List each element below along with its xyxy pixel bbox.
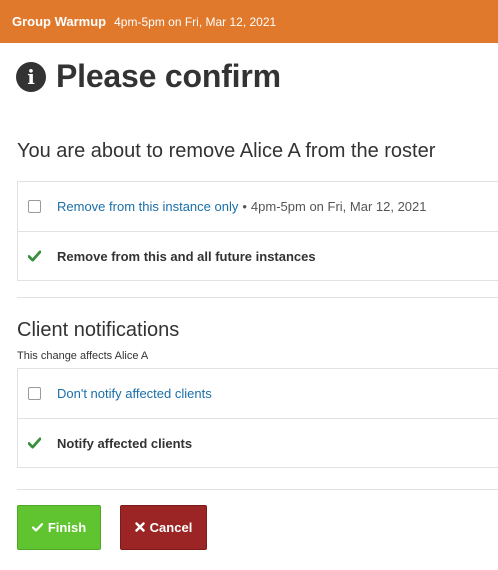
separator: •	[242, 199, 247, 214]
cancel-label: Cancel	[149, 520, 193, 535]
option-notify[interactable]: Notify affected clients	[18, 418, 498, 467]
option-label-link[interactable]: Don't notify affected clients	[57, 386, 212, 401]
notification-options: Don't notify affected clients Notify aff…	[17, 368, 498, 468]
divider	[17, 297, 498, 298]
finish-button[interactable]: Finish	[17, 505, 101, 550]
option-remove-this-instance[interactable]: Remove from this instance only • 4pm-5pm…	[18, 182, 498, 231]
info-circle-icon: i	[16, 61, 46, 92]
option-label: Notify affected clients	[57, 435, 193, 451]
notifications-heading: Client notifications	[17, 319, 180, 341]
check-icon	[31, 521, 43, 535]
option-label: Remove from this and all future instance…	[57, 248, 316, 264]
check-icon	[28, 437, 41, 449]
cancel-button[interactable]: Cancel	[120, 505, 207, 550]
option-dont-notify[interactable]: Don't notify affected clients	[18, 369, 498, 418]
checkbox[interactable]	[28, 387, 41, 400]
roster-heading: You are about to remove Alice A from the…	[17, 140, 436, 162]
option-remove-all-future[interactable]: Remove from this and all future instance…	[18, 231, 498, 280]
divider	[17, 489, 498, 490]
page-title: Please confirm	[56, 58, 281, 94]
x-icon	[134, 521, 145, 535]
dialog-title: i Please confirm	[16, 58, 281, 95]
checkbox[interactable]	[28, 200, 41, 213]
class-time: 4pm-5pm on Fri, Mar 12, 2021	[114, 14, 277, 29]
class-name: Group Warmup	[12, 14, 107, 29]
notifications-subtext: This change affects Alice A	[17, 350, 149, 362]
option-detail: 4pm-5pm on Fri, Mar 12, 2021	[250, 199, 427, 214]
top-bar: Group Warmup 4pm-5pm on Fri, Mar 12, 202…	[0, 0, 498, 43]
finish-label: Finish	[47, 520, 87, 535]
check-icon	[28, 250, 41, 262]
option-label-link[interactable]: Remove from this instance only	[57, 199, 238, 214]
roster-options: Remove from this instance only • 4pm-5pm…	[17, 181, 498, 281]
